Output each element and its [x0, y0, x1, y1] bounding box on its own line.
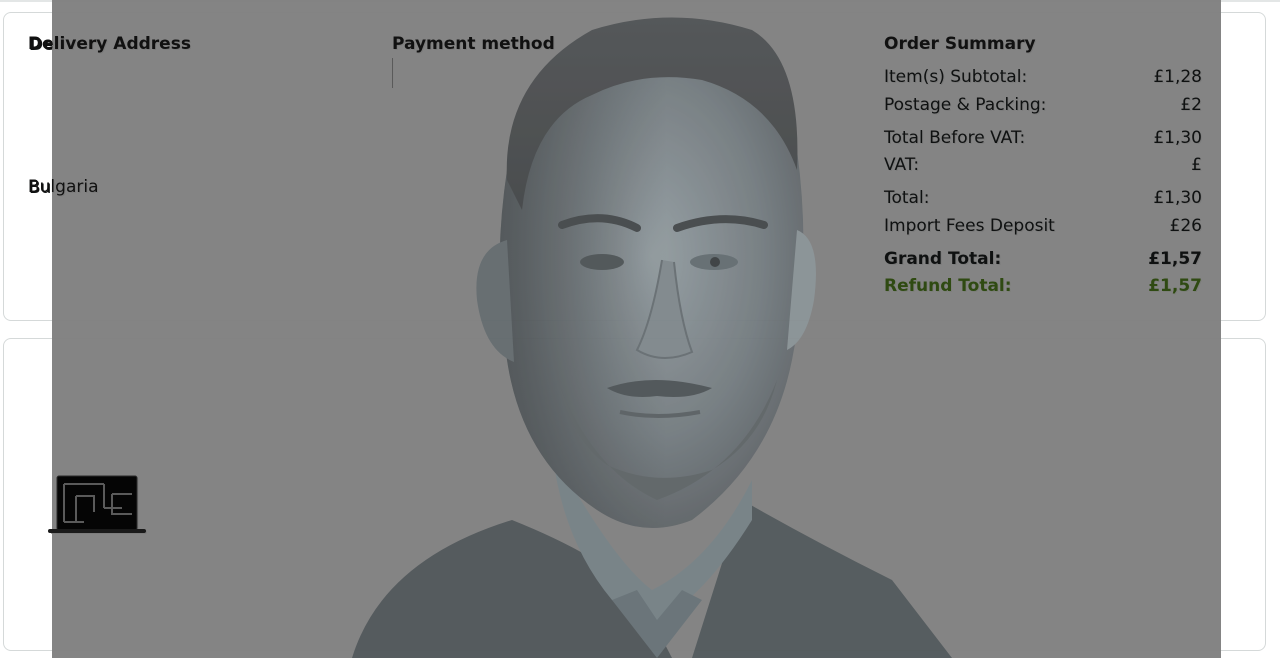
summary-value: £	[1191, 155, 1202, 175]
summary-label: Import Fees Deposit	[884, 216, 1055, 236]
summary-label: Postage & Packing:	[884, 95, 1047, 115]
summary-label: Refund Total:	[884, 276, 1012, 296]
summary-label: Total:	[884, 188, 930, 208]
summary-label: Grand Total:	[884, 249, 1002, 269]
summary-value: £26	[1169, 216, 1202, 236]
summary-label: Item(s) Subtotal:	[884, 67, 1028, 87]
summary-row-postage-overlay: Postage & Packing: £2	[884, 93, 1202, 117]
laptop-icon-overlay[interactable]	[48, 474, 148, 536]
summary-value: £1,57	[1148, 276, 1202, 296]
delivery-country-overlay: Bulgaria	[28, 177, 99, 197]
summary-value: £1,57	[1148, 249, 1202, 269]
delivery-address-title-overlay: Delivery Address	[28, 34, 191, 54]
summary-value: £2	[1180, 95, 1202, 115]
summary-row-subtotal-overlay: Item(s) Subtotal: £1,28	[884, 65, 1202, 89]
summary-value: £1,30	[1153, 128, 1202, 148]
summary-value: £1,28	[1153, 67, 1202, 87]
summary-label: VAT:	[884, 155, 920, 175]
order-summary-title-overlay: Order Summary	[884, 34, 1036, 54]
summary-row-vat-overlay: VAT: £	[884, 153, 1202, 177]
payment-method-title-overlay: Payment method	[392, 34, 555, 54]
summary-row-grand-total-overlay: Grand Total: £1,57	[884, 247, 1202, 271]
order-details-page: Delivery Address Bulgaria Payment method…	[0, 0, 1280, 658]
summary-value: £1,30	[1153, 188, 1202, 208]
summary-row-total-before-vat-overlay: Total Before VAT: £1,30	[884, 126, 1202, 150]
summary-row-refund-total-overlay: Refund Total: £1,57	[884, 274, 1202, 298]
payment-divider-overlay	[392, 58, 393, 88]
summary-label: Total Before VAT:	[884, 128, 1026, 148]
summary-row-import-fees-overlay: Import Fees Deposit £26	[884, 214, 1202, 238]
summary-row-total-overlay: Total: £1,30	[884, 186, 1202, 210]
